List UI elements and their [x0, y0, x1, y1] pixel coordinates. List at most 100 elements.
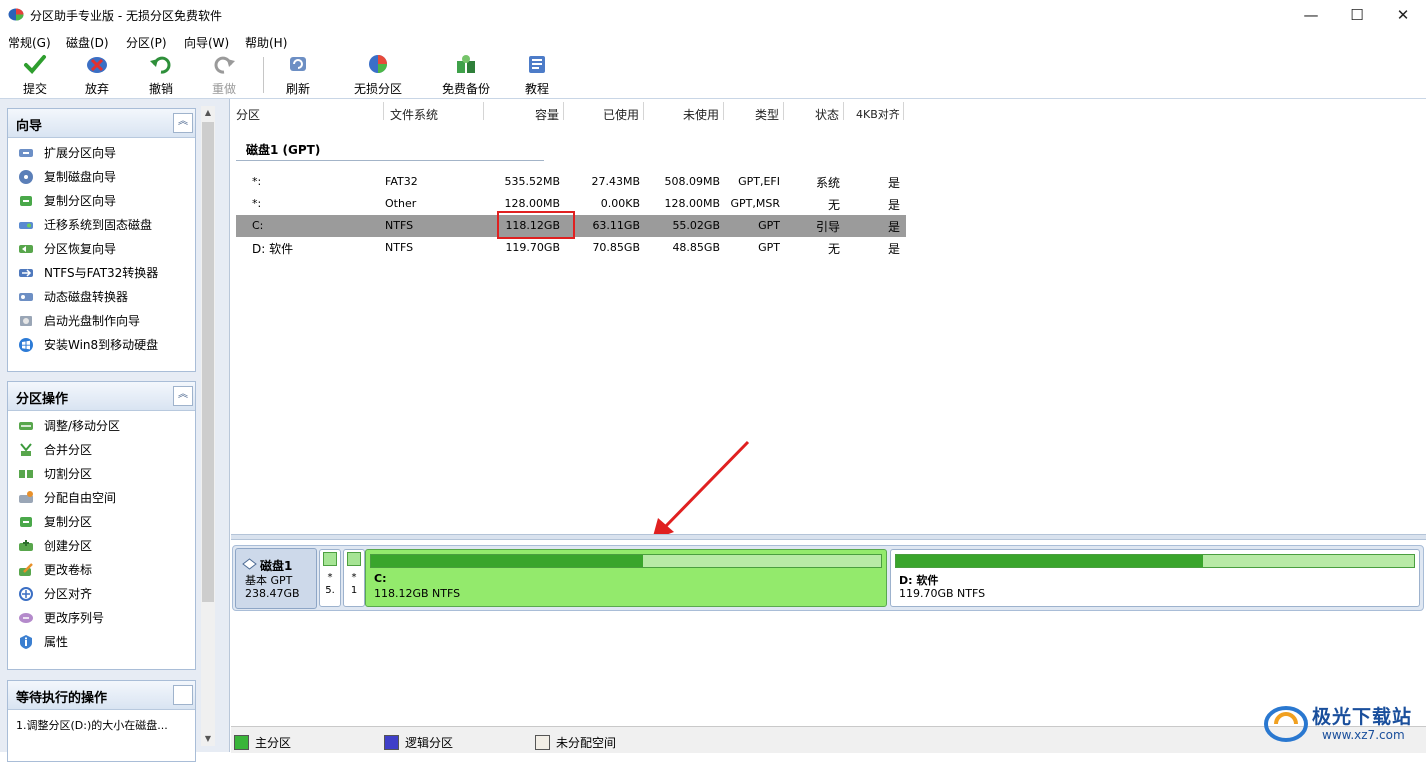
disk-group-label: 磁盘1 (GPT)	[246, 143, 321, 157]
cell-free: 508.09MB	[664, 175, 720, 188]
pending-ops-collapse-button[interactable]	[173, 685, 193, 705]
table-row[interactable]: D: 软件 NTFS 119.70GB 70.85GB 48.85GB GPT …	[236, 237, 906, 259]
op-change-label[interactable]: 更改卷标	[18, 561, 92, 583]
backup-button[interactable]: 免费备份	[438, 53, 494, 97]
op-resize-move[interactable]: 调整/移动分区	[18, 417, 120, 439]
partition-block-efi[interactable]: * 5.	[319, 549, 341, 607]
disk-icon	[242, 558, 257, 570]
op-merge[interactable]: 合并分区	[18, 441, 92, 463]
cell-partition: D: 软件	[252, 242, 294, 256]
col-filesystem[interactable]: 文件系统	[390, 106, 438, 122]
backup-label: 免费备份	[441, 82, 490, 96]
minimize-button[interactable]: —	[1288, 0, 1334, 31]
wizard-item-ntfs-fat32[interactable]: NTFS与FAT32转换器	[18, 264, 158, 286]
wizard-item-win8-to-go[interactable]: 安装Win8到移动硬盘	[18, 336, 158, 358]
undo-button[interactable]: 撤销	[142, 53, 180, 97]
col-type[interactable]: 类型	[755, 106, 779, 122]
refresh-button[interactable]: 刷新	[279, 53, 317, 97]
partition-block-label: D: 软件	[899, 574, 939, 587]
redo-button[interactable]: 重做	[205, 53, 243, 97]
op-change-serial[interactable]: 更改序列号	[18, 609, 104, 631]
cell-used: 0.00KB	[600, 197, 640, 210]
commit-label: 提交	[22, 82, 47, 96]
cell-used: 63.11GB	[592, 219, 640, 232]
table-row[interactable]: *: FAT32 535.52MB 27.43MB 508.09MB GPT,E…	[236, 171, 906, 193]
disk-card[interactable]: 磁盘1 基本 GPT 238.47GB	[235, 548, 317, 609]
wizard-item-copy-disk[interactable]: 复制磁盘向导	[18, 168, 116, 190]
menu-partition[interactable]: 分区(P)	[126, 34, 167, 51]
usage-bar	[370, 554, 882, 568]
toolbar: 提交 放弃 撤销 重做 刷新 无损分区 免费备份 教程	[0, 51, 1426, 99]
partition-tool-button[interactable]: 无损分区	[350, 53, 406, 97]
cell-type: GPT,EFI	[738, 175, 780, 188]
left-panel-scrollbar[interactable]: ▲ ▼	[201, 106, 215, 746]
col-status[interactable]: 状态	[815, 106, 839, 122]
op-allocate-free-space[interactable]: 分配自由空间	[18, 489, 116, 511]
discard-button[interactable]: 放弃	[78, 53, 116, 97]
maximize-button[interactable]: ☐	[1334, 0, 1380, 31]
col-used[interactable]: 已使用	[603, 106, 639, 122]
op-label: 分配自由空间	[44, 491, 117, 505]
menu-general[interactable]: 常规(G)	[8, 34, 51, 51]
op-create-partition[interactable]: 创建分区	[18, 537, 92, 559]
scrollbar-thumb[interactable]	[202, 122, 214, 602]
annotation-arrow	[652, 440, 750, 540]
cell-filesystem: Other	[385, 197, 417, 210]
scroll-down-icon[interactable]: ▼	[201, 732, 215, 746]
wizard-item-label: 安装Win8到移动硬盘	[44, 338, 159, 352]
commit-button[interactable]: 提交	[16, 53, 54, 97]
op-align-partition[interactable]: 分区对齐	[18, 585, 92, 607]
menu-help[interactable]: 帮助(H)	[245, 34, 287, 51]
close-button[interactable]: ✕	[1380, 0, 1426, 31]
usage-bar	[323, 552, 337, 566]
cell-status: 系统	[816, 176, 841, 190]
redo-icon	[214, 56, 235, 74]
wizard-item-copy-partition[interactable]: 复制分区向导	[18, 192, 116, 214]
wizard-item-boot-cd[interactable]: 启动光盘制作向导	[18, 312, 140, 334]
convert-icon	[19, 268, 33, 277]
partition-block-msr[interactable]: * 1	[343, 549, 365, 607]
wizard-box-title: 向导	[16, 119, 43, 134]
tutorial-button[interactable]: 教程	[518, 53, 556, 97]
migrate-os-icon	[19, 221, 33, 229]
wizard-item-recovery[interactable]: 分区恢复向导	[18, 240, 116, 262]
cell-filesystem: NTFS	[385, 241, 414, 254]
partition-ops-collapse-button[interactable]: ︽	[173, 386, 193, 406]
op-properties[interactable]: 属性	[18, 633, 68, 655]
col-4k-align[interactable]: 4KB对齐	[856, 106, 900, 122]
wizard-item-label: 复制磁盘向导	[44, 170, 117, 184]
cell-type: GPT	[758, 241, 780, 254]
cell-free: 55.02GB	[672, 219, 720, 232]
dynamic-disk-icon	[19, 292, 33, 301]
op-split[interactable]: 切割分区	[18, 465, 92, 487]
wizard-collapse-button[interactable]: ︽	[173, 113, 193, 133]
partition-block-c[interactable]: C: 118.12GB NTFS	[365, 549, 887, 607]
wizard-item-migrate-os[interactable]: 迁移系统到固态磁盘	[18, 216, 152, 238]
wizard-box: 向导 ︽ 扩展分区向导 复制磁盘向导 复制分区向导 迁移系统到固态磁盘 分区恢复…	[7, 108, 196, 372]
wizard-item-extend[interactable]: 扩展分区向导	[18, 144, 116, 166]
op-label: 更改序列号	[44, 611, 105, 625]
col-partition[interactable]: 分区	[236, 106, 260, 122]
wizard-item-dynamic-disk[interactable]: 动态磁盘转换器	[18, 288, 128, 310]
cell-capacity: 119.70GB	[505, 241, 560, 254]
menu-wizard[interactable]: 向导(W)	[184, 34, 229, 51]
scroll-up-icon[interactable]: ▲	[201, 106, 215, 120]
copy-partition-icon	[20, 195, 32, 206]
cell-partition: C:	[252, 219, 264, 232]
col-free[interactable]: 未使用	[683, 106, 719, 122]
partition-block-d[interactable]: D: 软件 119.70GB NTFS	[890, 549, 1420, 607]
wizard-item-label: NTFS与FAT32转换器	[44, 266, 159, 280]
pending-op-item[interactable]: 1.调整分区(D:)的大小在磁盘...	[16, 717, 168, 739]
op-label: 调整/移动分区	[44, 419, 121, 433]
watermark-url: www.xz7.com	[1322, 728, 1405, 742]
cell-free: 48.85GB	[672, 241, 720, 254]
cell-type: GPT,MSR	[730, 197, 781, 210]
col-capacity[interactable]: 容量	[535, 106, 559, 122]
partition-block-info: 5.	[325, 585, 335, 596]
op-copy-partition[interactable]: 复制分区	[18, 513, 92, 535]
menu-disk[interactable]: 磁盘(D)	[66, 34, 109, 51]
cell-type: GPT	[758, 219, 780, 232]
op-label: 属性	[44, 635, 69, 649]
pencil-icon	[19, 562, 33, 576]
wizard-item-label: 动态磁盘转换器	[44, 290, 129, 304]
